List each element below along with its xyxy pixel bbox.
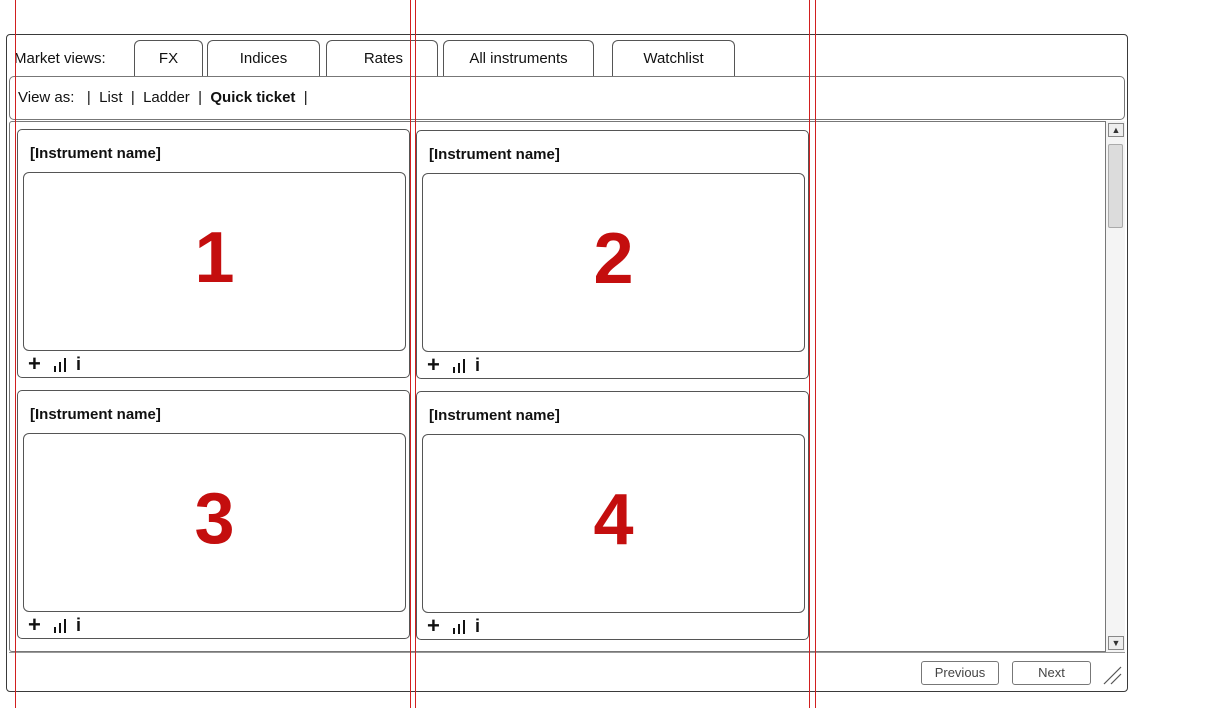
- instrument-name: [Instrument name]: [30, 406, 161, 423]
- plus-icon[interactable]: +: [427, 615, 440, 637]
- instrument-card[interactable]: [Instrument name] 2 + i: [416, 130, 809, 379]
- info-icon[interactable]: i: [475, 615, 480, 637]
- quick-ticket-area[interactable]: 3: [23, 433, 406, 612]
- instrument-name: [Instrument name]: [429, 407, 560, 424]
- info-icon[interactable]: i: [475, 354, 480, 376]
- market-views-label: Market views:: [14, 50, 106, 67]
- guide-line: [815, 0, 816, 708]
- card-number: 2: [593, 219, 634, 299]
- view-as-bar: View as: | List | Ladder | Quick ticket …: [18, 89, 308, 106]
- resize-grip-icon[interactable]: [1100, 663, 1122, 685]
- instrument-name: [Instrument name]: [30, 145, 161, 162]
- scroll-thumb[interactable]: [1108, 144, 1123, 228]
- tab-indices[interactable]: Indices: [207, 40, 320, 76]
- bar-chart-icon[interactable]: [453, 620, 467, 634]
- bar-chart-icon[interactable]: [453, 359, 467, 373]
- scroll-up-icon[interactable]: ▲: [1108, 123, 1124, 137]
- card-number: 3: [194, 479, 235, 559]
- instrument-card[interactable]: [Instrument name] 3 + i: [17, 390, 410, 639]
- quick-ticket-area[interactable]: 2: [422, 173, 805, 352]
- info-icon[interactable]: i: [76, 614, 81, 636]
- tab-watchlist[interactable]: Watchlist: [612, 40, 735, 76]
- card-number: 4: [593, 480, 634, 560]
- guide-line: [415, 0, 416, 708]
- footer-divider: [9, 652, 1125, 653]
- info-icon[interactable]: i: [76, 353, 81, 375]
- quick-ticket-area[interactable]: 1: [23, 172, 406, 351]
- previous-button[interactable]: Previous: [921, 661, 999, 685]
- guide-line: [15, 0, 16, 708]
- view-option-ladder[interactable]: Ladder: [143, 89, 190, 106]
- scroll-down-icon[interactable]: ▼: [1108, 636, 1124, 650]
- tab-all-instruments[interactable]: All instruments: [443, 40, 594, 76]
- next-button[interactable]: Next: [1012, 661, 1091, 685]
- tab-fx[interactable]: FX: [134, 40, 203, 76]
- guide-line: [809, 0, 810, 708]
- plus-icon[interactable]: +: [28, 353, 41, 375]
- view-option-quick-ticket[interactable]: Quick ticket: [210, 89, 295, 106]
- plus-icon[interactable]: +: [28, 614, 41, 636]
- view-option-list[interactable]: List: [99, 89, 122, 106]
- instrument-name: [Instrument name]: [429, 146, 560, 163]
- tab-rates[interactable]: Rates: [326, 40, 438, 76]
- instrument-card[interactable]: [Instrument name] 1 + i: [17, 129, 410, 378]
- plus-icon[interactable]: +: [427, 354, 440, 376]
- guide-line: [410, 0, 411, 708]
- view-as-label: View as:: [18, 89, 75, 106]
- card-number: 1: [194, 218, 235, 298]
- quick-ticket-area[interactable]: 4: [422, 434, 805, 613]
- instrument-card[interactable]: [Instrument name] 4 + i: [416, 391, 809, 640]
- bar-chart-icon[interactable]: [54, 619, 68, 633]
- bar-chart-icon[interactable]: [54, 358, 68, 372]
